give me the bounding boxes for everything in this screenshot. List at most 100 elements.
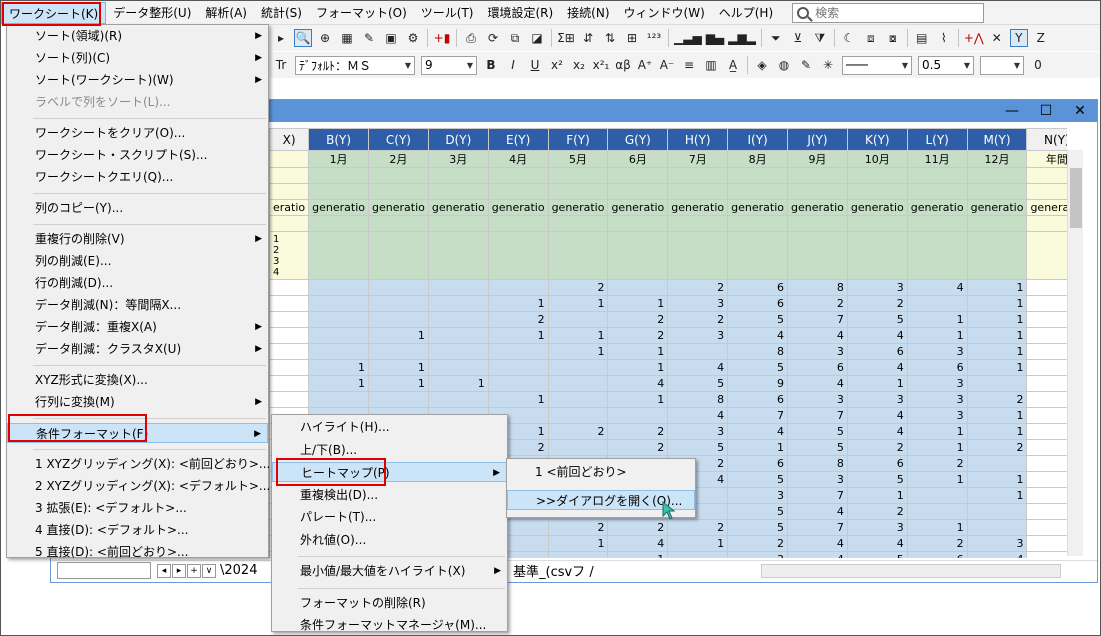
color-select[interactable]: ▼ <box>980 55 1024 75</box>
data-cell[interactable]: 2 <box>787 295 848 312</box>
label-cell[interactable] <box>846 167 908 184</box>
data-cell[interactable]: 3 <box>846 519 908 536</box>
units-cell[interactable]: 1月 <box>308 150 369 168</box>
data-cell[interactable]: 6 <box>727 455 789 472</box>
data-cell[interactable] <box>906 295 968 312</box>
menu-worksheet[interactable]: ワークシート(K) <box>1 1 107 24</box>
data-cell[interactable] <box>268 343 310 360</box>
data-cell[interactable]: 4 <box>667 407 729 424</box>
data-cell[interactable]: 23 <box>1026 439 1067 456</box>
long-name-cell[interactable]: generatio <box>487 199 549 216</box>
comments-cell[interactable] <box>906 231 968 280</box>
label-cell[interactable] <box>906 183 968 200</box>
data-cell[interactable]: 4 <box>787 375 848 392</box>
data-cell[interactable]: 1 <box>487 391 549 408</box>
column-header[interactable]: L(Y) <box>906 128 968 151</box>
data-cell[interactable]: 14 <box>1026 503 1067 520</box>
data-cell[interactable]: 4 <box>787 551 848 558</box>
comments-cell[interactable] <box>1026 231 1067 280</box>
data-cell[interactable]: 2 <box>667 519 729 536</box>
data-cell[interactable]: 2 <box>906 455 968 472</box>
data-cell[interactable]: 2 <box>547 519 609 536</box>
data-cell[interactable]: 27 <box>1026 391 1067 408</box>
units-cell[interactable]: 12月 <box>966 150 1028 168</box>
underline-icon[interactable]: U <box>526 56 544 74</box>
data-cell[interactable] <box>667 551 729 558</box>
data-cell[interactable] <box>268 375 310 392</box>
label-cell[interactable] <box>547 183 609 200</box>
refresh-icon[interactable]: ⟳ <box>484 29 502 47</box>
data-cell[interactable]: 4 <box>787 503 848 520</box>
comments-cell[interactable] <box>966 231 1028 280</box>
menu1-item[interactable]: ワークシート・スクリプト(S)... <box>7 145 268 165</box>
data-cell[interactable]: 5 <box>787 423 848 440</box>
bold-icon[interactable]: B <box>482 56 500 74</box>
label-cell[interactable] <box>487 215 549 232</box>
data-cell[interactable]: 6 <box>727 295 789 312</box>
data-cell[interactable] <box>268 327 310 344</box>
horizontal-scrollbar[interactable] <box>761 563 1061 578</box>
data-cell[interactable]: 2 <box>607 439 669 456</box>
data-cell[interactable] <box>268 391 310 408</box>
data-cell[interactable]: 1 <box>906 423 968 440</box>
magnifier-tool-icon[interactable]: 🔍 <box>294 29 312 47</box>
increase-font-icon[interactable]: A⁺ <box>636 56 654 74</box>
data-cell[interactable]: 5 <box>846 311 908 328</box>
fill-icon[interactable]: ◪ <box>528 29 546 47</box>
label-cell[interactable] <box>268 215 310 232</box>
menu1-item[interactable]: 行の削減(D)... <box>7 273 268 293</box>
menu-connectivity[interactable]: 接続(N) <box>560 2 616 24</box>
column-header[interactable]: M(Y) <box>966 128 1028 151</box>
data-cell[interactable] <box>547 375 609 392</box>
column-header[interactable]: N(Y) <box>1026 128 1067 151</box>
comments-cell[interactable] <box>787 231 848 280</box>
data-cell[interactable]: 3 <box>906 343 968 360</box>
data-cell[interactable]: 1 <box>607 343 669 360</box>
menu1-item[interactable]: 重複行の削除(V) ▶ <box>7 229 268 249</box>
data-cell[interactable]: 1 <box>368 359 429 376</box>
comments-cell[interactable] <box>308 231 369 280</box>
data-cell[interactable]: 4 <box>846 327 908 344</box>
data-cell[interactable]: 5 <box>846 471 908 488</box>
data-cell[interactable] <box>547 359 609 376</box>
data-cell[interactable] <box>368 295 429 312</box>
data-cell[interactable]: 4 <box>607 535 669 552</box>
data-cell[interactable]: 6 <box>787 359 848 376</box>
data-cell[interactable]: 6 <box>906 551 968 558</box>
data-cell[interactable] <box>1026 551 1067 558</box>
data-cell[interactable] <box>308 327 369 344</box>
menu1-item[interactable]: XYZ形式に変換(X)... <box>7 370 268 390</box>
align-icon[interactable]: ≡ <box>680 56 698 74</box>
sort-icon[interactable]: ⇵ <box>579 29 597 47</box>
label-cell[interactable] <box>787 167 848 184</box>
label-cell[interactable] <box>787 183 848 200</box>
data-cell[interactable]: 1 <box>607 295 669 312</box>
vertical-scrollbar[interactable] <box>1067 150 1083 556</box>
data-cell[interactable]: 3 <box>966 535 1028 552</box>
data-cell[interactable]: 3 <box>787 343 848 360</box>
menu-analysis[interactable]: 解析(A) <box>198 2 254 24</box>
data-cell[interactable]: 4 <box>846 423 908 440</box>
menu1-item[interactable]: 列の削減(E)... <box>7 251 268 271</box>
long-name-cell[interactable]: generatio <box>427 199 489 216</box>
data-cell[interactable] <box>368 311 429 328</box>
sheet-list-icon[interactable]: ∨ <box>202 563 216 578</box>
menu1-item[interactable]: 5 直接(D): <前回どおり>... <box>7 542 268 562</box>
data-cell[interactable]: 2 <box>547 279 609 296</box>
label-cell[interactable] <box>966 167 1028 184</box>
data-cell[interactable]: 3 <box>906 375 968 392</box>
data-cell[interactable]: 1 <box>368 327 429 344</box>
data-cell[interactable]: 2 <box>846 503 908 520</box>
data-cell[interactable] <box>547 407 609 424</box>
data-cell[interactable]: 22 <box>1026 519 1067 536</box>
superscript-sub-icon[interactable]: x²₁ <box>592 56 610 74</box>
data-cell[interactable]: 8 <box>727 343 789 360</box>
sheet-tab-csv[interactable]: 基準_(csvフ / <box>513 561 594 580</box>
comments-cell[interactable] <box>427 231 489 280</box>
data-cell[interactable]: 5 <box>846 551 908 558</box>
label-cell[interactable] <box>787 215 848 232</box>
data-cell[interactable]: 1 <box>727 439 789 456</box>
script-window-icon[interactable]: ▣ <box>382 29 400 47</box>
line-color-icon[interactable]: ✎ <box>797 56 815 74</box>
data-cell[interactable]: 1 <box>966 423 1028 440</box>
